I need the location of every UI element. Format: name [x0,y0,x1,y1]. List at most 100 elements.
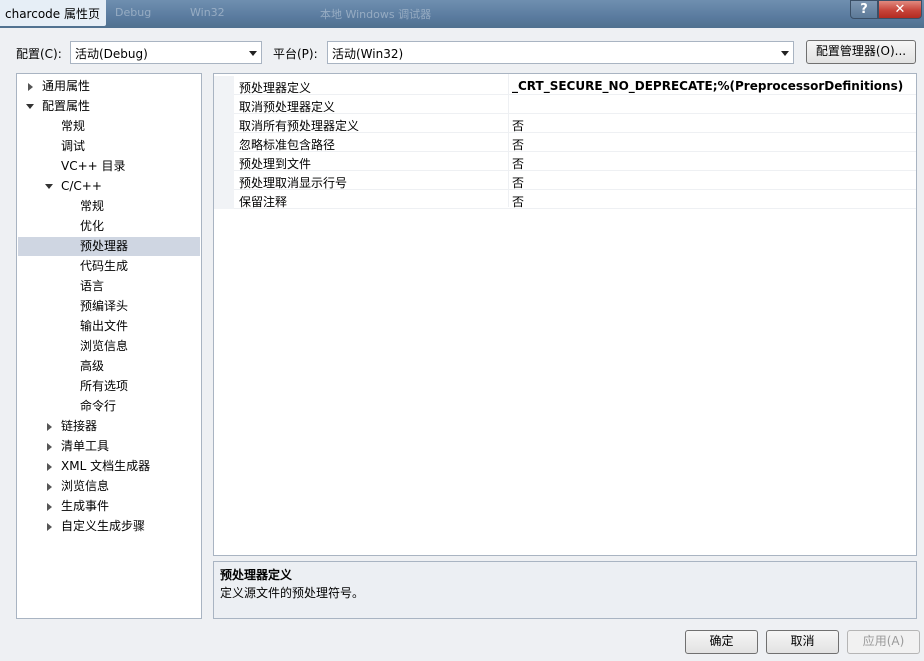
tree-item-vc-directories[interactable]: VC++ 目录 [17,157,201,176]
grid-row[interactable]: 取消预处理器定义 [214,95,916,114]
chevron-down-icon [249,51,257,56]
property-name: 预处理到文件 [239,157,312,171]
description-title: 预处理器定义 [220,568,293,582]
property-name: 取消预处理器定义 [239,100,336,114]
tree-item-all-options[interactable]: 所有选项 [17,377,201,396]
platform-dropdown[interactable]: 活动(Win32) [327,41,794,64]
collapse-arrow-icon[interactable] [26,104,34,109]
window-title: charcode 属性页 [0,0,106,26]
tree-item-label: 输出文件 [80,319,129,333]
tree-item-label: C/C++ [61,179,102,193]
expand-arrow-icon[interactable] [47,483,52,491]
property-name: 预处理取消显示行号 [239,176,348,190]
expand-arrow-icon[interactable] [47,423,52,431]
tree-item-xml-doc-generator[interactable]: XML 文档生成器 [17,457,201,476]
tree-item-code-generation[interactable]: 代码生成 [17,257,201,276]
property-grid[interactable]: 预处理器定义 _CRT_SECURE_NO_DEPRECATE;%(Prepro… [213,73,917,556]
tree-item-label: 预处理器 [80,239,129,253]
property-name: 取消所有预处理器定义 [239,119,360,133]
grid-row[interactable]: 预处理取消显示行号 否 [214,171,916,190]
property-name: 忽略标准包含路径 [239,138,336,152]
tree-item-config-properties[interactable]: 配置属性 [17,97,201,116]
tree-item-label: 预编译头 [80,299,129,313]
config-value: 活动(Debug) [75,47,148,61]
tree-item-label: XML 文档生成器 [61,459,151,473]
background-ghost-text: Debug [115,6,152,19]
title-bar[interactable]: Debug Win32 本地 Windows 调试器 charcode 属性页 … [0,0,924,28]
property-name: 保留注释 [239,195,288,209]
platform-label: 平台(P): [273,47,318,61]
tree-item-custom-build-step[interactable]: 自定义生成步骤 [17,517,201,536]
tree-item-label: 生成事件 [61,499,110,513]
grid-row[interactable]: 预处理器定义 _CRT_SECURE_NO_DEPRECATE;%(Prepro… [214,76,916,95]
tree-item-label: 优化 [80,219,105,233]
property-value[interactable]: 否 [512,155,524,172]
background-ghost-text: Win32 [190,6,225,19]
config-manager-button[interactable]: 配置管理器(O)... [806,40,916,64]
cancel-button[interactable]: 取消 [766,630,839,654]
tree-item-cpp-general[interactable]: 常规 [17,197,201,216]
background-ghost-text: 本地 Windows 调试器 [320,8,432,21]
property-value[interactable]: 否 [512,193,524,210]
expand-arrow-icon[interactable] [47,443,52,451]
tree-item-linker[interactable]: 链接器 [17,417,201,436]
properties-dialog: Debug Win32 本地 Windows 调试器 charcode 属性页 … [0,0,924,661]
expand-arrow-icon[interactable] [47,463,52,471]
help-button[interactable]: ? [850,0,878,19]
grid-row[interactable]: 预处理到文件 否 [214,152,916,171]
tree-item-label: 配置属性 [42,99,91,113]
grid-row[interactable]: 取消所有预处理器定义 否 [214,114,916,133]
ok-button[interactable]: 确定 [685,630,758,654]
tree-item-common-properties[interactable]: 通用属性 [17,77,201,96]
tree-item-precompiled-headers[interactable]: 预编译头 [17,297,201,316]
tree-item-label: 清单工具 [61,439,110,453]
platform-value: 活动(Win32) [332,47,404,61]
tree-item-label: 浏览信息 [80,339,129,353]
tree-item-preprocessor[interactable]: 预处理器 [18,237,200,256]
expand-arrow-icon[interactable] [47,503,52,511]
tree-item-label: 调试 [61,139,86,153]
tree-item-label: 语言 [80,279,105,293]
tree-item-label: 通用属性 [42,79,91,93]
tree-item-optimization[interactable]: 优化 [17,217,201,236]
tree-item-command-line[interactable]: 命令行 [17,397,201,416]
tree-item-c-cpp[interactable]: C/C++ [17,177,201,196]
tree-item-label: 高级 [80,359,105,373]
property-value[interactable]: 否 [512,136,524,153]
tree-item-label: 浏览信息 [61,479,110,493]
tree-item-label: 自定义生成步骤 [61,519,146,533]
apply-button[interactable]: 应用(A) [847,630,920,654]
grid-row[interactable]: 保留注释 否 [214,190,916,209]
tree-item-advanced[interactable]: 高级 [17,357,201,376]
property-tree[interactable]: 通用属性 配置属性 常规 调试 VC++ 目录 C/C++ 常规 优化 预处理器… [16,73,202,619]
tree-item-manifest-tool[interactable]: 清单工具 [17,437,201,456]
collapse-arrow-icon[interactable] [45,184,53,189]
property-value[interactable]: 否 [512,117,524,134]
tree-item-label: 常规 [61,119,86,133]
expand-arrow-icon[interactable] [47,523,52,531]
tree-item-label: 代码生成 [80,259,129,273]
tree-item-debugging[interactable]: 调试 [17,137,201,156]
property-value[interactable]: 否 [512,174,524,191]
tree-item-build-events[interactable]: 生成事件 [17,497,201,516]
description-text: 定义源文件的预处理符号。 [220,586,365,600]
tree-item-label: 命令行 [80,399,117,413]
property-value[interactable]: _CRT_SECURE_NO_DEPRECATE;%(PreprocessorD… [512,79,903,93]
tree-item-label: VC++ 目录 [61,159,126,173]
tree-item-browse-info-2[interactable]: 浏览信息 [17,477,201,496]
tree-item-label: 常规 [80,199,105,213]
description-panel: 预处理器定义 定义源文件的预处理符号。 [213,561,917,619]
tree-item-label: 所有选项 [80,379,129,393]
expand-arrow-icon[interactable] [28,83,33,91]
tree-item-label: 链接器 [61,419,98,433]
grid-row[interactable]: 忽略标准包含路径 否 [214,133,916,152]
tree-item-general[interactable]: 常规 [17,117,201,136]
tree-item-browse-info[interactable]: 浏览信息 [17,337,201,356]
close-button[interactable]: ✕ [878,0,922,19]
config-dropdown[interactable]: 活动(Debug) [70,41,262,64]
tree-item-output-files[interactable]: 输出文件 [17,317,201,336]
chevron-down-icon [781,51,789,56]
config-label: 配置(C): [16,47,62,61]
property-name: 预处理器定义 [239,81,312,95]
tree-item-language[interactable]: 语言 [17,277,201,296]
